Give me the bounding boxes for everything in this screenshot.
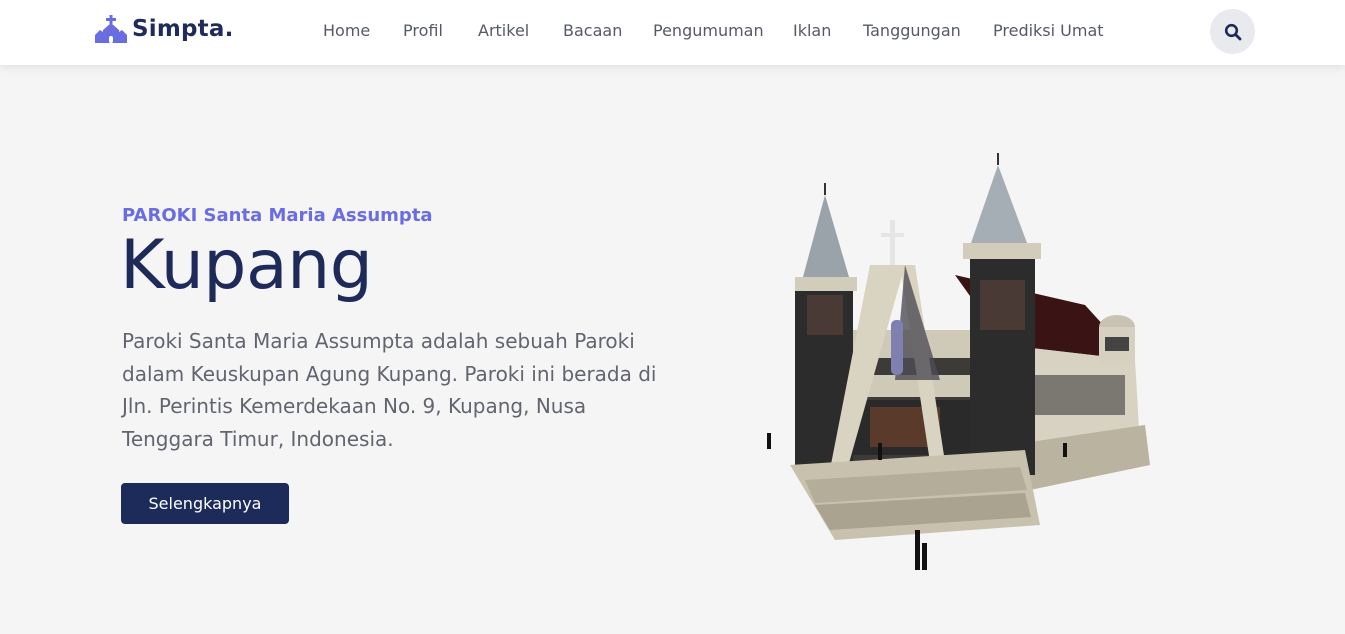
church-image [767, 153, 1150, 570]
hero-subtitle: PAROKI Santa Maria Assumpta [122, 205, 433, 226]
nav-iklan[interactable]: Iklan [793, 21, 831, 40]
hero-description: Paroki Santa Maria Assumpta adalah sebua… [122, 329, 657, 451]
nav-profil[interactable]: Profil [403, 21, 443, 40]
search-button[interactable] [1210, 9, 1255, 54]
navbar: Simpta. Home Profil Artikel Bacaan Pengu… [0, 0, 1345, 65]
nav-artikel[interactable]: Artikel [478, 21, 529, 40]
more-button[interactable]: Selengkapnya [121, 483, 289, 524]
nav-pengumuman[interactable]: Pengumuman [653, 21, 764, 40]
search-icon [1224, 23, 1241, 40]
nav-tanggungan[interactable]: Tanggungan [863, 21, 961, 40]
nav-prediksi-umat[interactable]: Prediksi Umat [993, 21, 1104, 40]
hero-title: Kupang [120, 226, 373, 305]
nav-bacaan[interactable]: Bacaan [563, 21, 622, 40]
main-nav: Home Profil Artikel Bacaan Pengumuman Ik… [0, 21, 1345, 43]
nav-home[interactable]: Home [323, 21, 370, 40]
